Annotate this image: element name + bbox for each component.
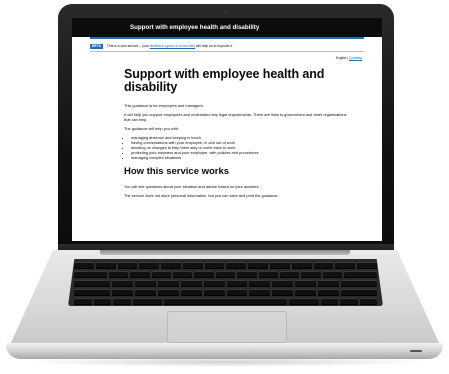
- site-header: Support with employee health and disabil…: [72, 18, 382, 37]
- key[interactable]: [134, 289, 156, 296]
- laptop-screen: Support with employee health and disabil…: [72, 18, 382, 241]
- key[interactable]: [203, 289, 225, 296]
- help-paragraph: It will help you support employees and u…: [124, 112, 347, 122]
- key[interactable]: [340, 298, 358, 305]
- key[interactable]: [117, 262, 138, 269]
- key[interactable]: [180, 289, 202, 296]
- key[interactable]: [318, 280, 340, 287]
- laptop-hinge: [100, 250, 350, 255]
- key[interactable]: [226, 280, 248, 287]
- language-link-cymraeg[interactable]: Cymraeg: [349, 56, 362, 60]
- key[interactable]: [113, 298, 131, 305]
- beta-tag: BETA: [90, 43, 103, 49]
- key[interactable]: [344, 271, 377, 278]
- key[interactable]: [111, 289, 133, 296]
- key[interactable]: [341, 280, 377, 287]
- key[interactable]: [74, 262, 94, 269]
- key[interactable]: [157, 280, 179, 287]
- section-heading: How this service works: [124, 166, 230, 177]
- key[interactable]: [258, 271, 278, 278]
- service-name-link[interactable]: Support with employee health and disabil…: [130, 24, 259, 31]
- key[interactable]: [182, 262, 203, 269]
- key[interactable]: [237, 271, 257, 278]
- key[interactable]: [357, 262, 377, 269]
- section-paragraph-1: You will see questions about your situat…: [124, 184, 260, 189]
- keyboard-row: [68, 280, 383, 287]
- intro-paragraph: This guidance is for employers and manag…: [124, 103, 204, 108]
- key[interactable]: [320, 298, 338, 305]
- webcam-icon: [224, 11, 227, 14]
- key[interactable]: [313, 262, 334, 269]
- key[interactable]: [249, 280, 271, 287]
- feedback-link[interactable]: feedback (opens in a new tab): [150, 44, 195, 48]
- keyboard-row: [68, 298, 383, 305]
- key[interactable]: [248, 262, 269, 269]
- key[interactable]: [93, 298, 111, 305]
- key[interactable]: [180, 280, 202, 287]
- keyboard: [68, 259, 383, 306]
- laptop-front-edge: [6, 343, 443, 359]
- key[interactable]: [134, 280, 156, 287]
- key[interactable]: [359, 298, 377, 305]
- key[interactable]: [157, 289, 179, 296]
- key[interactable]: [301, 271, 321, 278]
- key[interactable]: [130, 271, 150, 278]
- key[interactable]: [74, 280, 110, 287]
- key[interactable]: [226, 289, 248, 296]
- phase-banner: BETA This is a new service – your feedba…: [90, 41, 364, 52]
- page-title: Support with employee health and disabil…: [124, 67, 325, 94]
- list-item: managing complex situations: [131, 155, 352, 160]
- sleep-indicator-light: [410, 350, 422, 352]
- space-key[interactable]: [164, 298, 287, 305]
- key[interactable]: [226, 262, 247, 269]
- key[interactable]: [132, 298, 163, 305]
- key[interactable]: [335, 262, 356, 269]
- key[interactable]: [161, 262, 181, 269]
- trackpad[interactable]: [167, 311, 287, 343]
- key[interactable]: [272, 289, 294, 296]
- key[interactable]: [74, 271, 107, 278]
- laptop-lid: Support with employee health and disabil…: [58, 4, 394, 254]
- keyboard-row: [68, 271, 383, 278]
- key[interactable]: [111, 280, 133, 287]
- language-current: English: [335, 56, 347, 60]
- key[interactable]: [288, 298, 319, 305]
- key[interactable]: [204, 262, 225, 269]
- key[interactable]: [341, 289, 377, 296]
- key[interactable]: [249, 289, 271, 296]
- phase-banner-text-after: will help us to improve it.: [196, 44, 233, 48]
- key[interactable]: [318, 289, 340, 296]
- key[interactable]: [279, 271, 300, 278]
- key[interactable]: [270, 262, 290, 269]
- key[interactable]: [173, 271, 193, 278]
- key[interactable]: [295, 280, 317, 287]
- header-underline: [90, 37, 364, 39]
- main-content: Support with employee health and disabil…: [72, 60, 382, 199]
- phase-banner-text: This is a new service – your: [106, 44, 149, 48]
- key[interactable]: [215, 271, 236, 278]
- key[interactable]: [295, 289, 317, 296]
- key[interactable]: [95, 262, 116, 269]
- key[interactable]: [108, 271, 129, 278]
- guidance-list: managing absence and keeping in touch ha…: [124, 135, 352, 160]
- key[interactable]: [139, 262, 160, 269]
- keyboard-row: [68, 289, 383, 296]
- key[interactable]: [291, 262, 312, 269]
- key[interactable]: [74, 289, 110, 296]
- key[interactable]: [194, 271, 214, 278]
- keyboard-row: [68, 262, 383, 269]
- key[interactable]: [322, 271, 343, 278]
- key[interactable]: [151, 271, 172, 278]
- section-paragraph-2: The service does not store personal info…: [124, 193, 279, 198]
- key[interactable]: [203, 280, 225, 287]
- list-intro: The guidance will help you with:: [124, 126, 179, 131]
- key[interactable]: [74, 298, 92, 305]
- key[interactable]: [272, 280, 294, 287]
